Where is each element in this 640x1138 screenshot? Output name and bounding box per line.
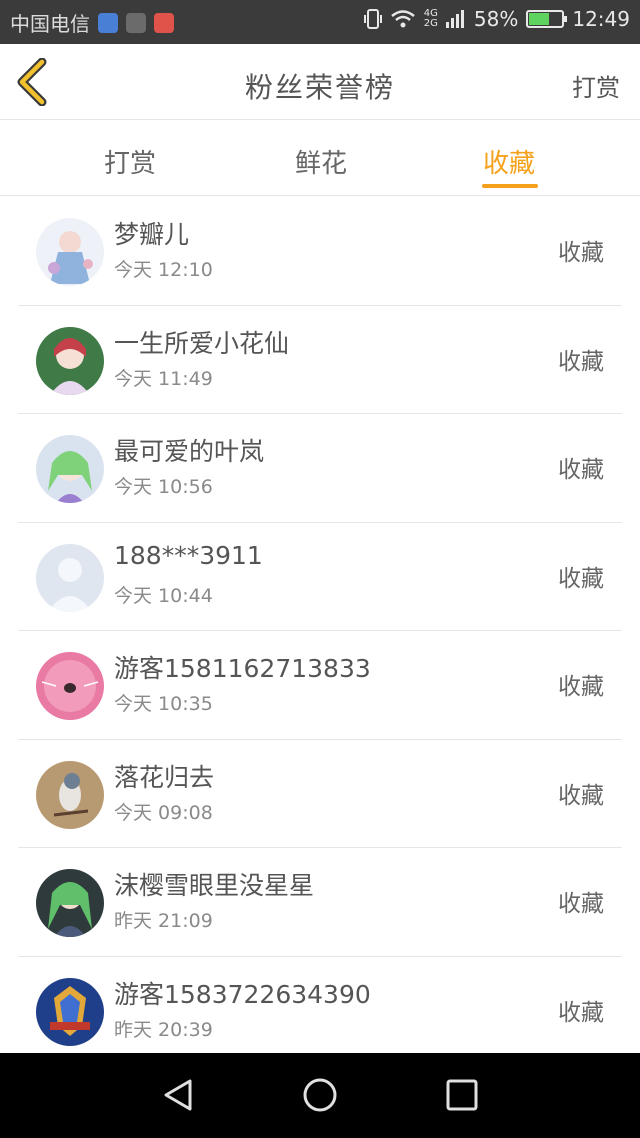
user-name: 梦瓣儿 [114,220,190,249]
list-item[interactable]: 一生所爱小花仙 今天 11:49 收藏 [0,306,640,414]
vibrate-icon [363,9,382,29]
list-item[interactable]: 沫樱雪眼里没星星 昨天 21:09 收藏 [0,848,640,957]
list-item[interactable]: 梦瓣儿 今天 12:10 收藏 [0,197,640,306]
active-tab-indicator [482,184,538,188]
clock: 12:49 [572,7,630,31]
timestamp: 今天 11:49 [114,367,213,390]
favorite-label: 收藏 [558,348,604,375]
system-nav-bar [0,1053,640,1138]
timestamp: 今天 10:56 [114,476,213,498]
timestamp: 今天 10:35 [114,693,213,715]
favorite-label: 收藏 [558,565,604,592]
carrier-label: 中国电信 [10,12,90,36]
default-avatar-icon [36,543,104,612]
user-name: 游客1581162713833 [114,654,371,683]
favorite-label: 收藏 [558,457,604,483]
app-header: 粉丝荣誉榜 打赏 [0,44,640,120]
battery-level [529,13,550,25]
square-recents-icon [446,1079,478,1111]
nav-recents-button[interactable] [442,1075,482,1115]
user-name: 游客1583722634390 [114,979,371,1009]
tab-bar: 打赏 鲜花 收藏 [0,121,640,196]
avatar [36,977,104,1046]
avatar [36,652,104,720]
user-name: 沫樱雪眼里没星星 [114,871,315,900]
timestamp: 昨天 20:39 [114,1018,213,1041]
tab-favorites[interactable]: 收藏 [483,143,535,180]
avatar [36,869,104,937]
status-bar: 中国电信 4G 2G 58% 12:49 [0,0,640,44]
fan-list: 梦瓣儿 今天 12:10 收藏 一生所爱小花仙 今天 11:49 收藏 最可爱的… [0,197,640,1065]
user-name: 188***3911 [114,540,263,570]
avatar [36,218,104,286]
list-item[interactable]: 188***3911 今天 10:44 收藏 [0,523,640,631]
timestamp: 今天 09:08 [114,801,213,824]
list-item[interactable]: 游客1583722634390 昨天 20:39 收藏 [0,957,640,1066]
favorite-label: 收藏 [558,674,604,700]
favorite-label: 收藏 [558,240,604,266]
circle-home-icon [303,1078,337,1112]
nav-back-button[interactable] [158,1075,198,1115]
user-name: 落花归去 [114,762,215,792]
timestamp: 今天 12:10 [114,259,213,281]
list-item[interactable]: 最可爱的叶岚 今天 10:56 收藏 [0,414,640,523]
timestamp: 今天 10:44 [114,584,213,607]
network-type: 4G 2G [423,8,438,29]
tab-flowers[interactable]: 鲜花 [295,143,347,180]
favorite-label: 收藏 [558,999,604,1026]
user-name: 一生所爱小花仙 [114,328,290,358]
tip-button[interactable]: 打赏 [572,68,620,103]
user-name: 最可爱的叶岚 [114,437,265,466]
avatar [36,435,104,503]
location-app-icon [98,12,118,33]
battery-percent: 58% [473,7,519,31]
avatar [36,760,104,829]
shop-app-icon [154,12,174,33]
favorite-label: 收藏 [558,782,604,809]
cup-app-icon [126,12,146,33]
wifi-icon [390,10,415,28]
avatar [36,326,104,395]
nav-home-button[interactable] [300,1075,340,1115]
timestamp: 昨天 21:09 [114,910,213,932]
avatar [36,543,104,612]
list-item[interactable]: 落花归去 今天 09:08 收藏 [0,740,640,848]
tab-tip[interactable]: 打赏 [104,143,156,180]
signal-icon [445,10,464,28]
favorite-label: 收藏 [558,891,604,917]
triangle-back-icon [164,1079,192,1111]
battery-icon [526,10,568,28]
list-item[interactable]: 游客1581162713833 今天 10:35 收藏 [0,631,640,740]
page-title: 粉丝荣誉榜 [244,71,395,104]
